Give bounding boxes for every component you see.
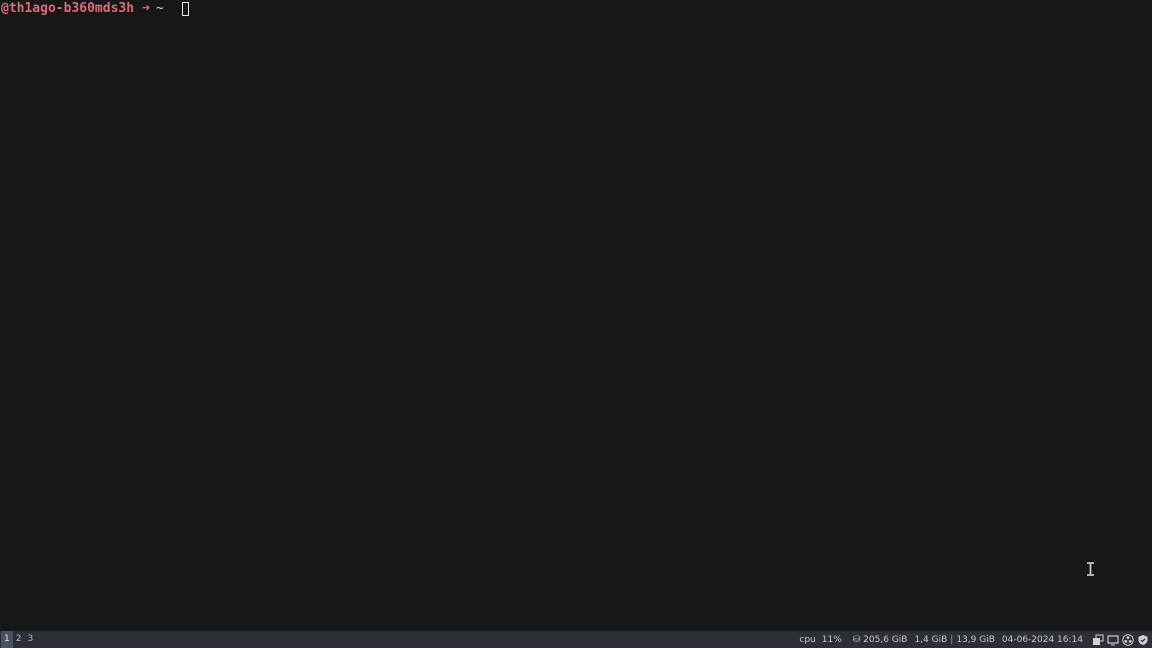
date-time: 04-06-2024 16:14 <box>1001 634 1083 645</box>
disk-usage: ⛁ 205,6 GiB <box>852 634 908 645</box>
status-bar: 1 2 3 cpu 11% ⛁ 205,6 GiB 1,4 GiB | 13,9… <box>0 631 1152 648</box>
cpu-value: 11% <box>821 634 842 645</box>
prompt-host: @th1ago-b360mds3h <box>1 1 135 16</box>
text-cursor <box>181 2 189 16</box>
ibeam-cursor-icon <box>1087 562 1094 576</box>
terminal-window[interactable]: @th1ago-b360mds3h ➜ ~ <box>0 0 1152 631</box>
prompt-line: @th1ago-b360mds3h ➜ ~ <box>1 1 189 17</box>
desktop-screen: @th1ago-b360mds3h ➜ ~ 1 2 3 cpu 11% ⛁ 20… <box>0 0 1152 648</box>
window-stack-icon[interactable] <box>1092 634 1104 646</box>
obs-icon[interactable] <box>1122 633 1134 646</box>
system-tray <box>1089 633 1149 646</box>
display-icon[interactable] <box>1107 634 1119 646</box>
memory-separator: | <box>950 634 954 645</box>
workspace-1[interactable]: 1 <box>1 631 13 648</box>
status-modules: cpu 11% ⛁ 205,6 GiB 1,4 GiB | 13,9 GiB 0… <box>799 631 1152 648</box>
workspace-switcher: 1 2 3 <box>0 631 36 648</box>
memory-used: 1,4 GiB <box>914 634 948 645</box>
workspace-2[interactable]: 2 <box>13 631 25 648</box>
cpu-label: cpu <box>799 634 816 645</box>
workspace-3[interactable]: 3 <box>24 631 36 648</box>
prompt-arrow: ➜ <box>142 1 150 16</box>
memory-total: 13,9 GiB <box>956 634 995 645</box>
prompt-directory: ~ <box>155 1 164 16</box>
shield-icon[interactable] <box>1137 634 1149 646</box>
